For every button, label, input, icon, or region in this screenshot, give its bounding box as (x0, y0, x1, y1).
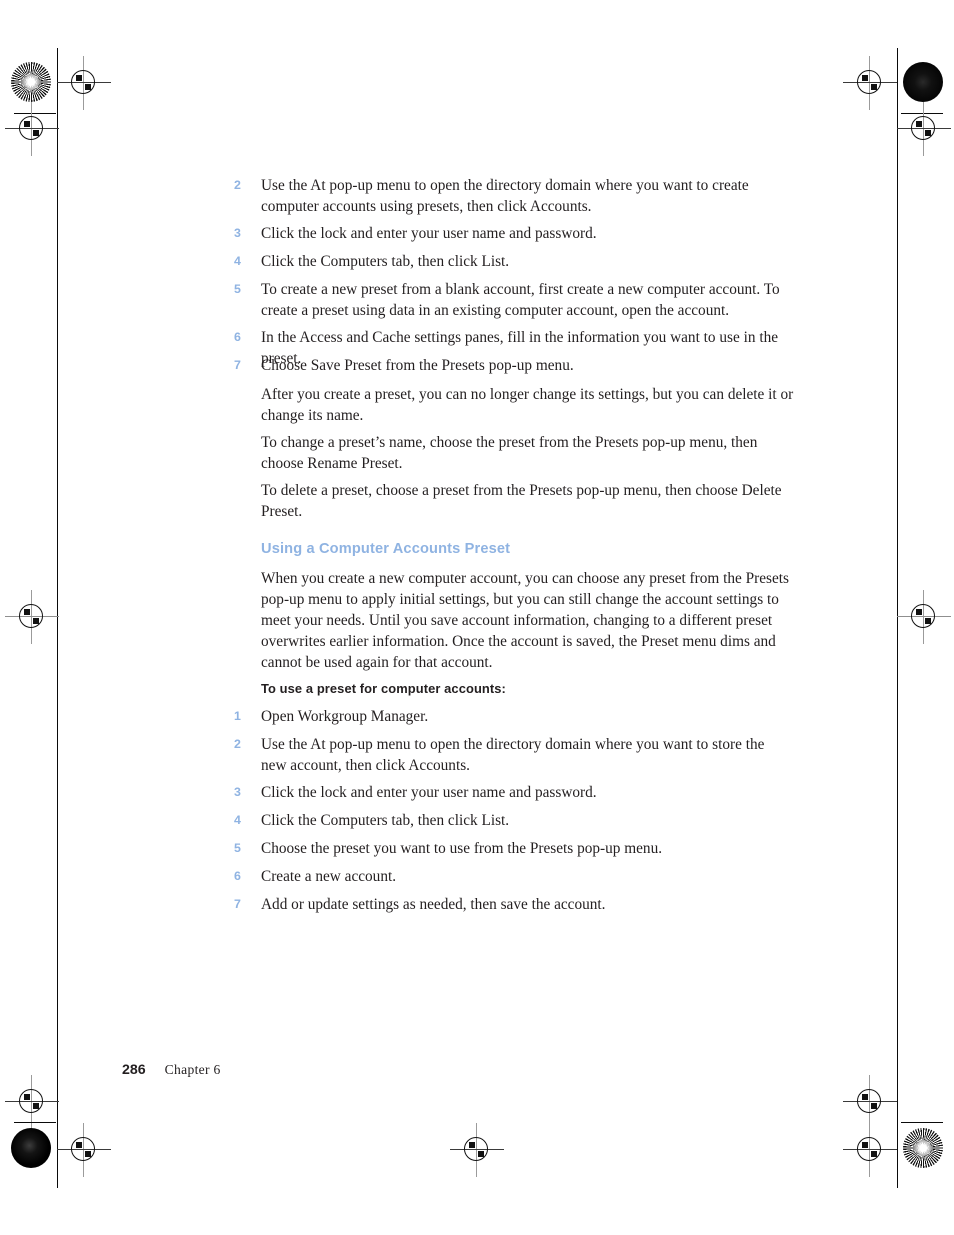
list-item-text: Click the lock and enter your user name … (261, 225, 597, 242)
registration-mark-bottom-center (450, 1123, 504, 1177)
registration-mark-bottom-right-upper (843, 1075, 897, 1129)
list-item-number: 2 (234, 178, 241, 192)
registration-mark-bottom-right-lower (843, 1123, 897, 1177)
list-item-number: 5 (234, 282, 241, 296)
trim-tick-bottom-left (14, 1122, 56, 1123)
note-paragraph: After you create a preset, you can no lo… (261, 386, 794, 424)
note-paragraph: To delete a preset, choose a preset from… (261, 482, 782, 520)
list-item: 2 Use the At pop-up menu to open the dir… (234, 175, 782, 217)
list-item-number: 6 (234, 330, 241, 344)
registration-mark-bottom-left-upper (5, 1075, 59, 1129)
color-star-target-top-left (11, 62, 51, 102)
color-star-target-bottom-right (903, 1128, 943, 1168)
registration-mark-top-left-lower (5, 102, 59, 156)
list-item: 6 Create a new account. (234, 866, 782, 887)
list-item-number: 3 (234, 785, 241, 799)
list-item: 5 Choose the preset you want to use from… (234, 838, 782, 859)
list-item-number: 6 (234, 869, 241, 883)
registration-mark-bottom-left-lower (57, 1123, 111, 1177)
list-item-text: Choose the preset you want to use from t… (261, 840, 663, 857)
list-item-text: To create a new preset from a blank acco… (261, 281, 780, 319)
list-item-number: 3 (234, 226, 241, 240)
list-item-text: Add or update settings as needed, then s… (261, 896, 606, 913)
list-item-text: Choose Save Preset from the Presets pop-… (261, 357, 574, 374)
list-item-text: Open Workgroup Manager. (261, 708, 429, 725)
list-item: 4 Click the Computers tab, then click Li… (234, 251, 782, 272)
list-item-text: Click the Computers tab, then click List… (261, 812, 510, 829)
list-item-text: Click the Computers tab, then click List… (261, 253, 510, 270)
list-item: 7 Add or update settings as needed, then… (234, 894, 782, 915)
page-number: 286 (122, 1062, 146, 1078)
list-item: 2 Use the At pop-up menu to open the dir… (234, 734, 782, 776)
list-item: 7 Choose Save Preset from the Presets po… (234, 355, 782, 376)
list-item-text: Click the lock and enter your user name … (261, 784, 597, 801)
list-item-number: 7 (234, 358, 241, 372)
list-item: 3 Click the lock and enter your user nam… (234, 223, 782, 244)
section-intro-paragraph: When you create a new computer account, … (261, 570, 789, 671)
registration-mark-top-left-upper (57, 56, 111, 110)
list-item: 3 Click the lock and enter your user nam… (234, 782, 782, 803)
page-footer: 286 Chapter 6 (122, 1062, 522, 1079)
registration-mark-top-right-upper (843, 56, 897, 110)
list-item-number: 2 (234, 737, 241, 751)
color-star-target-bottom-left (11, 1128, 51, 1168)
list-item-number: 7 (234, 897, 241, 911)
document-page: 2 Use the At pop-up menu to open the dir… (0, 0, 954, 1235)
list-item-number: 5 (234, 841, 241, 855)
chapter-label: Chapter 6 (164, 1062, 221, 1077)
list-item-number: 1 (234, 709, 241, 723)
task-heading: To use a preset for computer accounts: (261, 681, 506, 696)
list-item: 4 Click the Computers tab, then click Li… (234, 810, 782, 831)
registration-mark-top-right-lower (897, 102, 951, 156)
color-star-target-top-right (903, 62, 943, 102)
list-item-text: Use the At pop-up menu to open the direc… (261, 736, 765, 774)
list-item-number: 4 (234, 813, 241, 827)
list-item-number: 4 (234, 254, 241, 268)
list-item: 1 Open Workgroup Manager. (234, 706, 782, 727)
list-item-text: Create a new account. (261, 868, 397, 885)
list-item-text: Use the At pop-up menu to open the direc… (261, 177, 749, 215)
list-item: 5 To create a new preset from a blank ac… (234, 279, 782, 321)
note-paragraph: To change a preset’s name, choose the pr… (261, 434, 758, 472)
trim-tick-bottom-right (901, 1122, 943, 1123)
registration-mark-middle-right (897, 590, 951, 644)
registration-mark-middle-left (5, 590, 59, 644)
section-heading: Using a Computer Accounts Preset (261, 541, 511, 557)
